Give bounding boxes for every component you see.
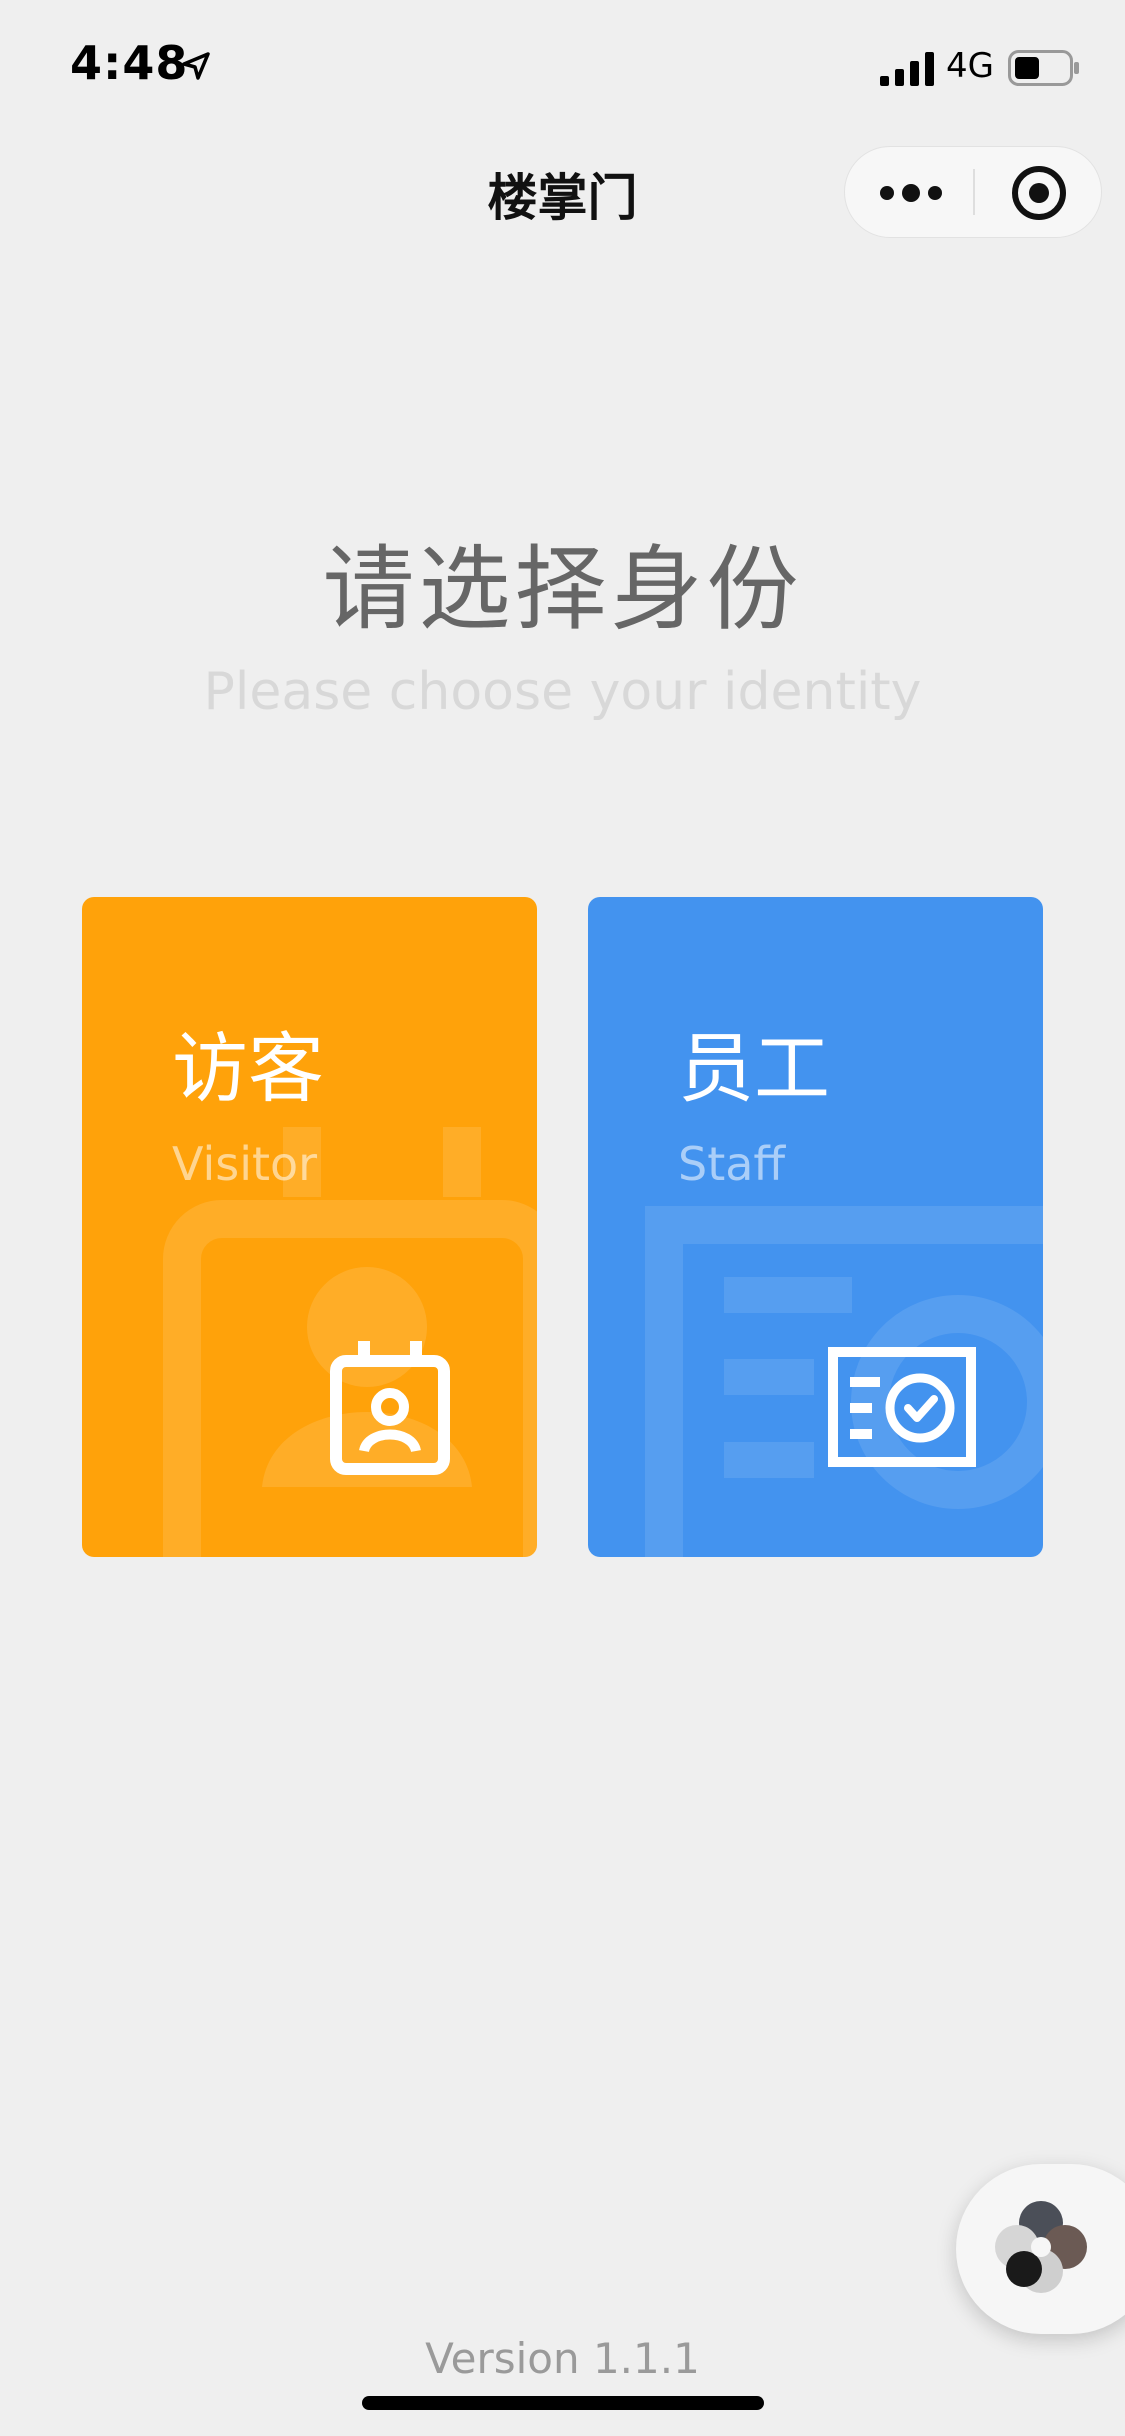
page-heading: 请选择身份 [322,536,803,643]
staff-card[interactable]: 员工 Staff [588,897,1043,1557]
signal-bars-icon [880,52,934,86]
staff-card-subtitle: Staff [678,1137,786,1191]
staff-id-card-icon [828,1347,976,1467]
assistant-logo-icon [995,2201,1087,2293]
floating-assistant-button[interactable] [956,2164,1125,2334]
visitor-badge-icon [330,1341,450,1475]
app-screen: 4:48 4G 楼掌门 请选择身份 Please choose your ide… [0,0,1125,2436]
more-dots-icon [880,184,942,202]
close-button[interactable] [975,147,1101,239]
status-time: 4:48 [70,36,189,90]
home-indicator[interactable] [362,2396,764,2410]
visitor-card-title: 访客 [172,1024,324,1113]
close-target-icon [1012,166,1066,220]
visitor-card-subtitle: Visitor [172,1137,318,1191]
battery-icon [1008,50,1079,86]
location-arrow-icon [182,52,210,80]
staff-card-title: 员工 [678,1024,830,1113]
version-label: Version 1.1.1 [425,2334,700,2383]
visitor-card[interactable]: 访客 Visitor [82,897,537,1557]
network-label: 4G [946,46,994,86]
more-button[interactable] [845,147,973,239]
status-bar: 4:48 4G [0,0,1125,132]
visitor-watermark-icon [163,1127,537,1557]
page-subheading: Please choose your identity [203,662,922,722]
mini-program-capsule [844,146,1102,238]
